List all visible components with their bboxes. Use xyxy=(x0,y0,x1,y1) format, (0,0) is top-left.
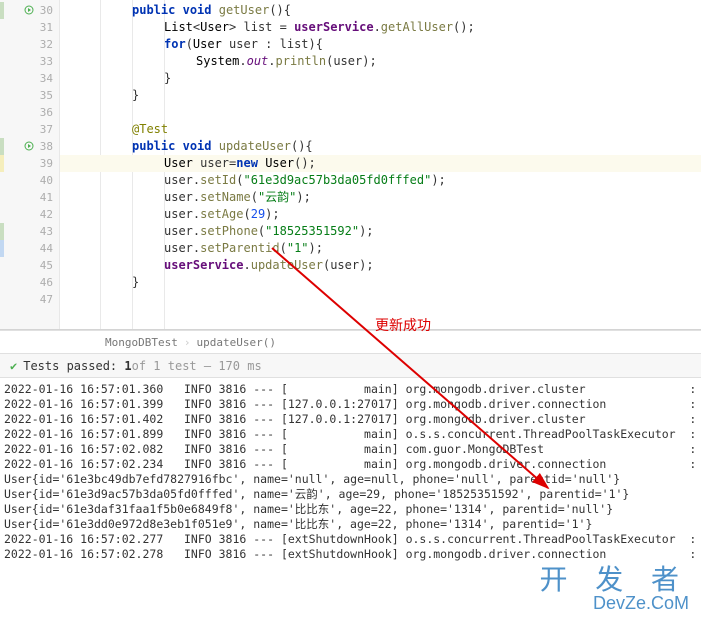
console-line: User{id='61e3d9ac57b3da05fd0fffed', name… xyxy=(4,487,701,502)
code-line[interactable]: User user=new User(); xyxy=(60,155,701,172)
code-line[interactable]: user.setName("云韵"); xyxy=(60,189,701,206)
gutter-line[interactable]: 38 xyxy=(0,138,59,155)
code-line[interactable]: user.setParentid("1"); xyxy=(60,240,701,257)
gutter-line[interactable]: 37 xyxy=(0,121,59,138)
line-number: 30 xyxy=(31,4,53,17)
console-line: 2022-01-16 16:57:01.899 INFO 3816 --- [ … xyxy=(4,427,701,442)
gutter-line[interactable]: 44 xyxy=(0,240,59,257)
code-line[interactable]: for(User user : list){ xyxy=(60,36,701,53)
console-line: 2022-01-16 16:57:02.278 INFO 3816 --- [e… xyxy=(4,547,701,562)
gutter-line[interactable]: 47 xyxy=(0,291,59,308)
console-line: User{id='61e3daf31faa1f5b0e6849f8', name… xyxy=(4,502,701,517)
console-line: 2022-01-16 16:57:02.277 INFO 3816 --- [e… xyxy=(4,532,701,547)
code-line[interactable]: List<User> list = userService.getAllUser… xyxy=(60,19,701,36)
gutter-line[interactable]: 45 xyxy=(0,257,59,274)
chevron-right-icon: › xyxy=(184,336,191,349)
modified-marker xyxy=(0,138,4,155)
gutter-line[interactable]: 31 xyxy=(0,19,59,36)
gutter-line[interactable]: 41 xyxy=(0,189,59,206)
modified-marker xyxy=(0,240,4,257)
watermark-line2: DevZe.CoM xyxy=(539,594,689,613)
tests-count: 1 xyxy=(124,359,131,373)
code-line[interactable]: @Test xyxy=(60,121,701,138)
line-number: 45 xyxy=(31,259,53,272)
console-line: 2022-01-16 16:57:02.234 INFO 3816 --- [ … xyxy=(4,457,701,472)
gutter-line[interactable]: 35 xyxy=(0,87,59,104)
watermark: 开 发 者 DevZe.CoM xyxy=(539,565,689,613)
gutter-line[interactable]: 30 xyxy=(0,2,59,19)
line-number: 42 xyxy=(31,208,53,221)
code-area[interactable]: public void getUser(){List<User> list = … xyxy=(60,0,701,329)
gutter-line[interactable]: 33 xyxy=(0,53,59,70)
code-line[interactable]: user.setAge(29); xyxy=(60,206,701,223)
modified-marker xyxy=(0,2,4,19)
modified-marker xyxy=(0,223,4,240)
run-icon[interactable] xyxy=(24,141,34,151)
code-editor[interactable]: 30 31 32 33 34 35 36 37 38 39 40 41 42 43 44 45 46 47 pub… xyxy=(0,0,701,330)
line-number: 38 xyxy=(31,140,53,153)
tests-summary: of 1 test – 170 ms xyxy=(132,359,262,373)
gutter-line[interactable]: 36 xyxy=(0,104,59,121)
tests-status-bar: ✔ Tests passed: 1 of 1 test – 170 ms xyxy=(0,354,701,378)
check-icon: ✔ xyxy=(10,359,17,373)
console-line: 2022-01-16 16:57:01.399 INFO 3816 --- [1… xyxy=(4,397,701,412)
code-line[interactable]: System.out.println(user); xyxy=(60,53,701,70)
breadcrumb-item[interactable]: updateUser() xyxy=(196,336,275,349)
watermark-line1: 开 发 者 xyxy=(539,565,689,594)
line-number: 31 xyxy=(31,21,53,34)
code-line[interactable] xyxy=(60,291,701,308)
gutter-line[interactable]: 43 xyxy=(0,223,59,240)
code-line[interactable]: } xyxy=(60,70,701,87)
console-line: 2022-01-16 16:57:01.360 INFO 3816 --- [ … xyxy=(4,382,701,397)
code-line[interactable] xyxy=(60,104,701,121)
line-number: 33 xyxy=(31,55,53,68)
line-number: 40 xyxy=(31,174,53,187)
line-number: 36 xyxy=(31,106,53,119)
modified-marker xyxy=(0,155,4,172)
line-number: 37 xyxy=(31,123,53,136)
gutter: 30 31 32 33 34 35 36 37 38 39 40 41 42 43 44 45 46 47 xyxy=(0,0,60,329)
breadcrumb-item[interactable]: MongoDBTest xyxy=(105,336,178,349)
line-number: 43 xyxy=(31,225,53,238)
line-number: 39 xyxy=(31,157,53,170)
code-line[interactable]: } xyxy=(60,274,701,291)
run-icon[interactable] xyxy=(24,5,34,15)
line-number: 41 xyxy=(31,191,53,204)
code-line[interactable]: user.setId("61e3d9ac57b3da05fd0fffed"); xyxy=(60,172,701,189)
code-line[interactable]: public void getUser(){ xyxy=(60,2,701,19)
console-line: User{id='61e3dd0e972d8e3eb1f051e9', name… xyxy=(4,517,701,532)
gutter-line[interactable]: 46 xyxy=(0,274,59,291)
console-output[interactable]: 2022-01-16 16:57:01.360 INFO 3816 --- [ … xyxy=(0,378,701,562)
code-line[interactable]: userService.updateUser(user); xyxy=(60,257,701,274)
line-number: 32 xyxy=(31,38,53,51)
line-number: 34 xyxy=(31,72,53,85)
line-number: 35 xyxy=(31,89,53,102)
code-line[interactable]: } xyxy=(60,87,701,104)
code-line[interactable]: user.setPhone("18525351592"); xyxy=(60,223,701,240)
line-number: 44 xyxy=(31,242,53,255)
breadcrumb[interactable]: MongoDBTest › updateUser() xyxy=(0,330,701,354)
console-line: 2022-01-16 16:57:01.402 INFO 3816 --- [1… xyxy=(4,412,701,427)
code-line[interactable]: public void updateUser(){ xyxy=(60,138,701,155)
console-line: 2022-01-16 16:57:02.082 INFO 3816 --- [ … xyxy=(4,442,701,457)
gutter-line[interactable]: 42 xyxy=(0,206,59,223)
gutter-line[interactable]: 34 xyxy=(0,70,59,87)
gutter-line[interactable]: 39 xyxy=(0,155,59,172)
line-number: 47 xyxy=(31,293,53,306)
gutter-line[interactable]: 40 xyxy=(0,172,59,189)
tests-label: Tests passed: xyxy=(23,359,117,373)
line-number: 46 xyxy=(31,276,53,289)
console-line: User{id='61e3bc49db7efd7827916fbc', name… xyxy=(4,472,701,487)
gutter-line[interactable]: 32 xyxy=(0,36,59,53)
